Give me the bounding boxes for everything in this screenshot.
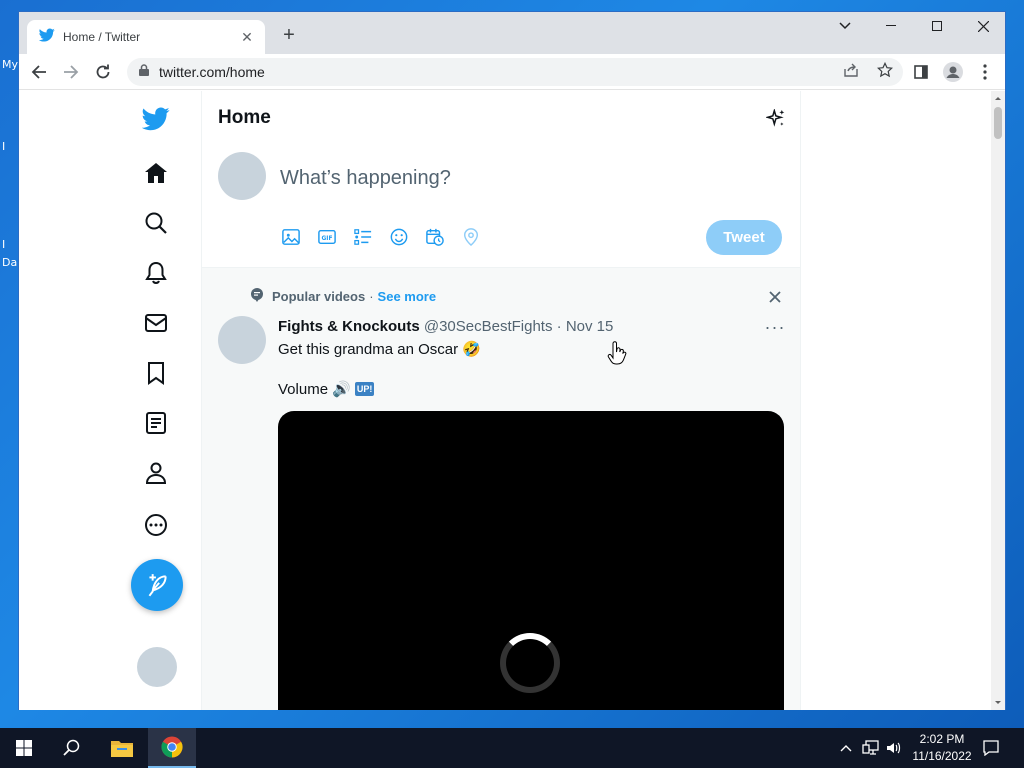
tweet-video-player[interactable] [278,411,784,710]
svg-text:GIF: GIF [322,236,333,242]
compose-tweet-button[interactable] [131,559,183,611]
hand-cursor-icon [607,341,627,372]
reload-icon[interactable] [89,58,117,86]
url-text[interactable]: twitter.com/home [159,64,843,80]
tweet-volume-line: Volume 🔊 UP! [278,380,375,398]
taskbar-clock[interactable]: 2:02 PM 11/16/2022 [906,731,978,765]
tweet-header: Fights & Knockouts @30SecBestFights · No… [278,318,613,335]
network-icon[interactable] [860,728,882,768]
tab-twitter-home[interactable]: Home / Twitter ✕ [27,20,265,54]
popular-videos-label: Popular videos [272,289,366,304]
chrome-taskbar-icon[interactable] [148,728,196,768]
scroll-up-arrow-icon[interactable] [991,93,1005,103]
close-window-icon[interactable] [960,12,1006,40]
tweet-button[interactable]: Tweet [706,220,782,255]
notifications-bell-icon[interactable] [142,259,170,287]
tweet-author-handle[interactable]: @30SecBestFights [424,318,553,335]
lock-icon[interactable] [139,63,149,81]
page-content: Home What’s happening? GIF Tweet Popular… [19,91,991,710]
lists-icon[interactable] [142,409,170,437]
tweet-author-avatar[interactable] [218,316,266,364]
desktop-icon-label[interactable]: I [2,140,5,153]
tray-chevron-up-icon[interactable] [836,728,856,768]
back-icon[interactable] [25,58,53,86]
scroll-thumb[interactable] [994,107,1002,139]
page-scrollbar[interactable] [991,91,1005,710]
explore-search-icon[interactable] [142,209,170,237]
location-pin-icon[interactable] [461,227,481,247]
bookmarks-icon[interactable] [142,359,170,387]
top-tweets-sparkle-icon[interactable] [762,105,790,133]
home-icon[interactable] [142,159,170,187]
profile-person-icon[interactable] [142,459,170,487]
tab-close-icon[interactable]: ✕ [239,29,255,46]
up-badge: UP! [354,382,375,396]
tweet-volume-text: Volume 🔊 [278,381,351,398]
minimize-icon[interactable] [868,12,914,40]
compose-avatar[interactable] [218,152,266,200]
volume-speaker-icon[interactable] [884,728,904,768]
tab-title: Home / Twitter [63,30,141,44]
schedule-icon[interactable] [425,227,445,247]
forward-icon[interactable] [57,58,85,86]
taskbar-search-icon[interactable] [48,728,96,768]
media-image-icon[interactable] [281,227,301,247]
maximize-icon[interactable] [914,12,960,40]
side-panel-icon[interactable] [907,58,935,86]
clock-time: 2:02 PM [919,732,965,746]
separator: · [369,289,374,304]
twitter-favicon-icon [38,27,55,48]
tweet-date[interactable]: Nov 15 [566,318,614,335]
desktop-icon-label[interactable]: I [2,238,5,251]
bookmark-star-icon[interactable] [876,61,894,83]
desktop-icon-label[interactable]: My [2,58,18,71]
compose-input[interactable]: What’s happening? [280,167,451,190]
account-avatar[interactable] [137,647,177,687]
tab-search-icon[interactable] [822,12,868,40]
windows-start-icon[interactable] [0,728,48,768]
tweet-more-options-icon[interactable]: ··· [762,316,788,338]
emoji-icon[interactable] [389,227,409,247]
dismiss-close-icon[interactable] [764,286,786,308]
twitter-logo-icon[interactable] [142,105,170,133]
browser-toolbar: twitter.com/home [19,54,1005,90]
topic-bubble-icon [250,288,264,305]
browser-window: Home / Twitter ✕ + twitter.com/home Home… [18,11,1006,710]
see-more-link[interactable]: See more [378,289,437,304]
new-tab-button[interactable]: + [277,24,301,48]
profile-icon[interactable] [939,58,967,86]
notifications-speech-icon[interactable] [980,728,1002,768]
tab-strip: Home / Twitter ✕ + [19,12,1005,54]
tweet-text: Get this grandma an Oscar 🤣 [278,341,481,358]
menu-kebab-icon[interactable] [971,58,999,86]
clock-date: 11/16/2022 [912,749,972,763]
tweet-separator: · [556,318,562,335]
share-icon[interactable] [843,63,859,82]
feed-section: Popular videos · See more Fights & Knock… [202,268,800,710]
scroll-down-arrow-icon[interactable] [991,698,1005,708]
popular-videos-header: Popular videos · See more [250,288,436,305]
more-circle-icon[interactable] [142,511,170,539]
taskbar: 2:02 PM 11/16/2022 [0,728,1024,768]
messages-envelope-icon[interactable] [142,309,170,337]
page-title: Home [218,107,271,128]
poll-icon[interactable] [353,227,373,247]
file-explorer-icon[interactable] [98,728,146,768]
address-bar[interactable]: twitter.com/home [127,58,903,86]
desktop-icon-label[interactable]: Da [2,256,17,269]
loading-spinner-icon [500,633,560,693]
tweet-author-name[interactable]: Fights & Knockouts [278,318,420,335]
feather-plus-icon [148,574,167,597]
main-timeline: Home What’s happening? GIF Tweet Popular… [201,91,801,710]
gif-icon[interactable]: GIF [317,227,337,247]
